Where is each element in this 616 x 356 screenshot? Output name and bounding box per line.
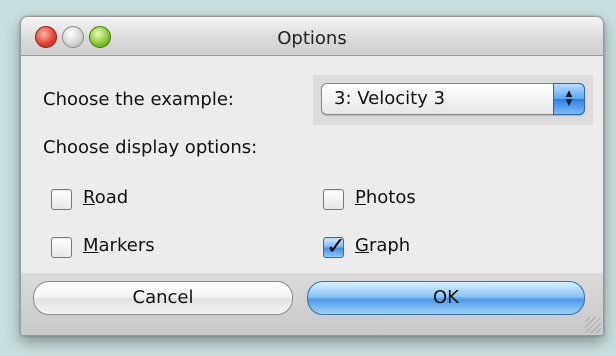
window-title: Options bbox=[277, 28, 347, 49]
example-label: Choose the example: bbox=[43, 89, 234, 110]
graph-label[interactable]: Graph bbox=[355, 235, 410, 256]
options-dialog: Options Choose the example: 3: Velocity … bbox=[20, 16, 604, 336]
photos-label[interactable]: Photos bbox=[355, 187, 416, 208]
up-down-arrows-icon[interactable]: ▲ ▼ bbox=[553, 83, 585, 115]
markers-label[interactable]: Markers bbox=[83, 235, 155, 256]
ok-button[interactable]: OK bbox=[307, 281, 585, 315]
road-label[interactable]: Road bbox=[83, 187, 128, 208]
example-selected-value: 3: Velocity 3 bbox=[334, 88, 446, 109]
resize-grip-icon[interactable] bbox=[585, 317, 601, 333]
checkmark-icon: ✓ bbox=[326, 232, 347, 260]
graph-checkbox[interactable]: ✓ bbox=[323, 232, 346, 260]
photos-checkbox[interactable] bbox=[323, 189, 344, 210]
markers-checkbox[interactable] bbox=[51, 237, 72, 258]
example-select[interactable]: 3: Velocity 3 ▲ ▼ bbox=[321, 83, 585, 115]
title-bar[interactable]: Options bbox=[21, 17, 603, 56]
cancel-button[interactable]: Cancel bbox=[33, 281, 293, 315]
button-bar: Cancel OK bbox=[21, 273, 603, 335]
road-checkbox[interactable] bbox=[51, 189, 72, 210]
display-options-label: Choose display options: bbox=[43, 137, 258, 158]
